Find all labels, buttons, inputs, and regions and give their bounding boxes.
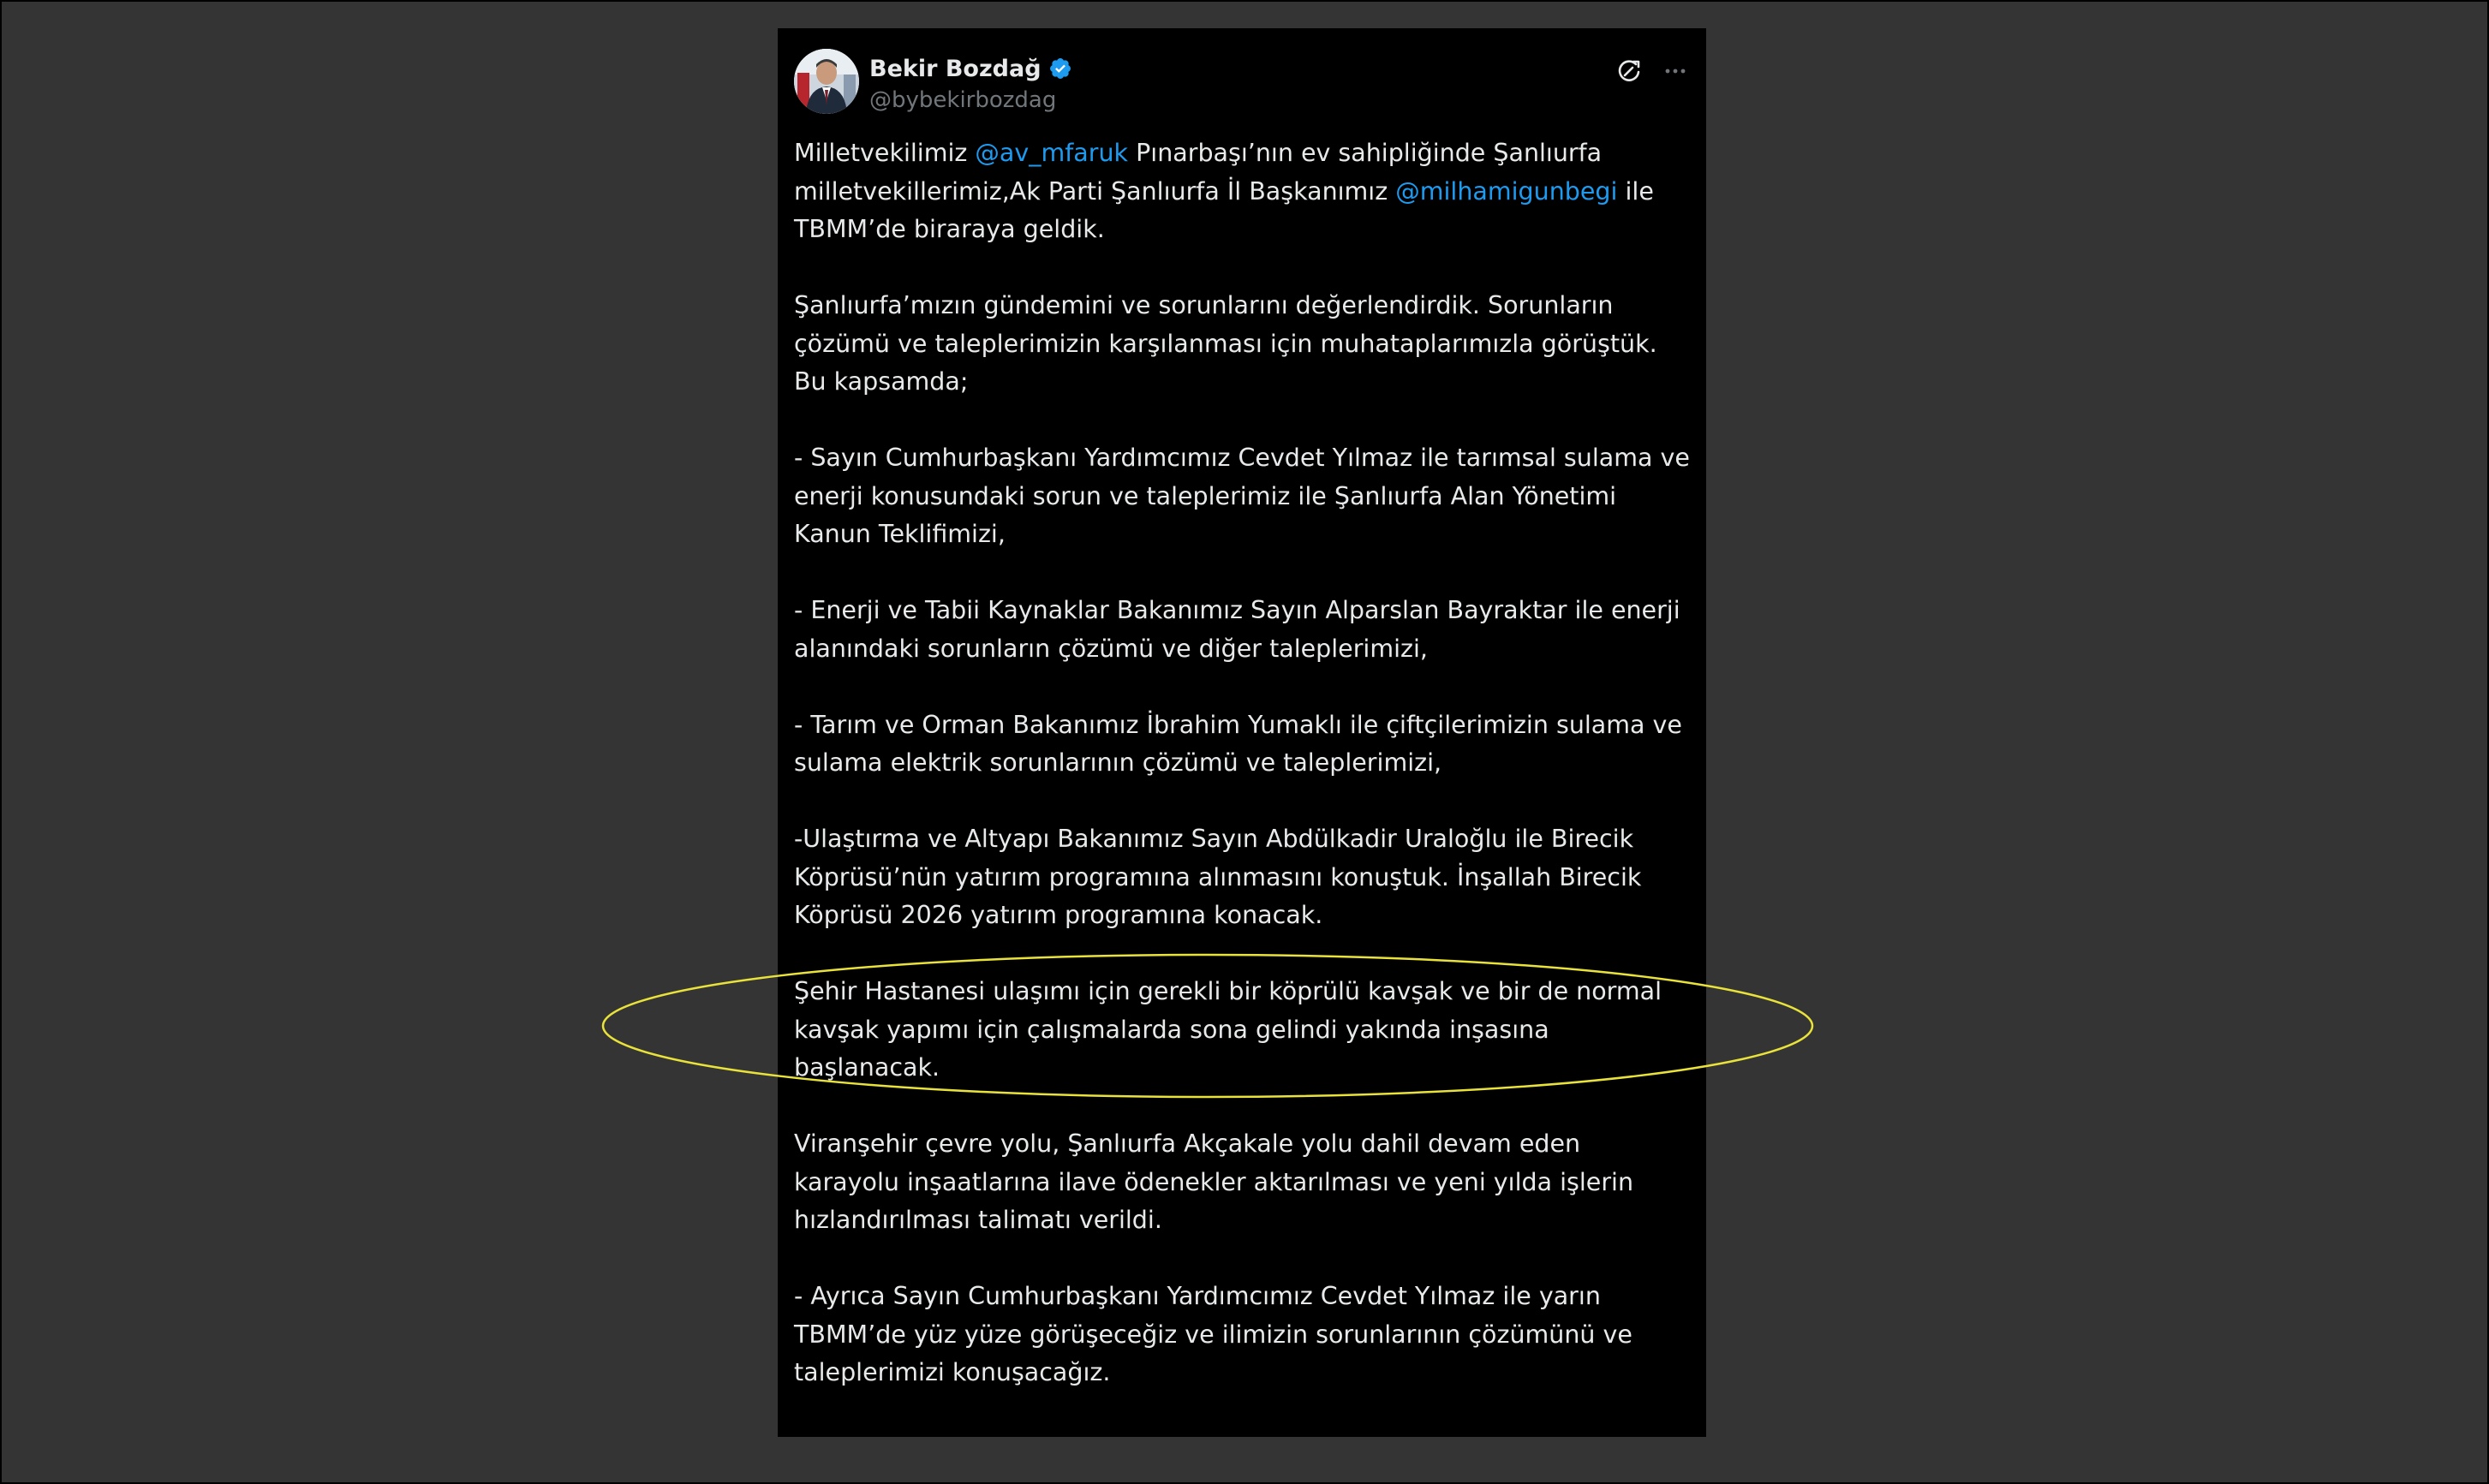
more-icon[interactable] xyxy=(1662,57,1689,85)
author-name-row: Bekir Bozdağ xyxy=(869,53,1072,84)
tweet-card: Bekir Bozdağ @bybekirbozdag Milletvekili… xyxy=(778,28,1706,1437)
tweet-paragraph-highlighted: Şehir Hastanesi ulaşımı için gerekli bir… xyxy=(794,977,1662,1082)
tweet-paragraph: Viranşehir çevre yolu, Şanlıurfa Akçakal… xyxy=(794,1129,1634,1234)
tweet-text: Milletvekilimiz @av_mfaruk Pınarbaşı’nın… xyxy=(794,134,1693,1392)
tweet-header: Bekir Bozdağ @bybekirbozdag xyxy=(794,49,1689,121)
tweet-paragraph: -Ulaştırma ve Altyapı Bakanımız Sayın Ab… xyxy=(794,825,1642,929)
author-name[interactable]: Bekir Bozdağ xyxy=(869,56,1042,82)
tweet-paragraph: - Tarım ve Orman Bakanımız İbrahim Yumak… xyxy=(794,710,1682,778)
tweet-paragraph: - Sayın Cumhurbaşkanı Yardımcımız Cevdet… xyxy=(794,444,1690,548)
mention-link-milhamigunbegi[interactable]: @milhamigunbegi xyxy=(1395,177,1617,206)
mention-link-av-mfaruk[interactable]: @av_mfaruk xyxy=(975,139,1128,167)
header-actions xyxy=(1615,57,1689,85)
tweet-paragraph: - Enerji ve Tabii Kaynaklar Bakanımız Sa… xyxy=(794,596,1680,663)
tweet-text-segment: Milletvekilimiz xyxy=(794,139,976,167)
verified-badge-icon xyxy=(1048,57,1072,80)
author-handle[interactable]: @bybekirbozdag xyxy=(869,87,1072,113)
tweet-paragraph-intro: Milletvekilimiz @av_mfaruk Pınarbaşı’nın… xyxy=(794,134,1693,249)
author-avatar[interactable] xyxy=(794,49,859,114)
author-block: Bekir Bozdağ @bybekirbozdag xyxy=(869,53,1072,113)
tweet-paragraph: Şanlıurfa’mızın gündemini ve sorunlarını… xyxy=(794,291,1657,396)
tweet-paragraph: - Ayrıca Sayın Cumhurbaşkanı Yardımcımız… xyxy=(794,1282,1632,1386)
grok-icon[interactable] xyxy=(1615,57,1643,85)
